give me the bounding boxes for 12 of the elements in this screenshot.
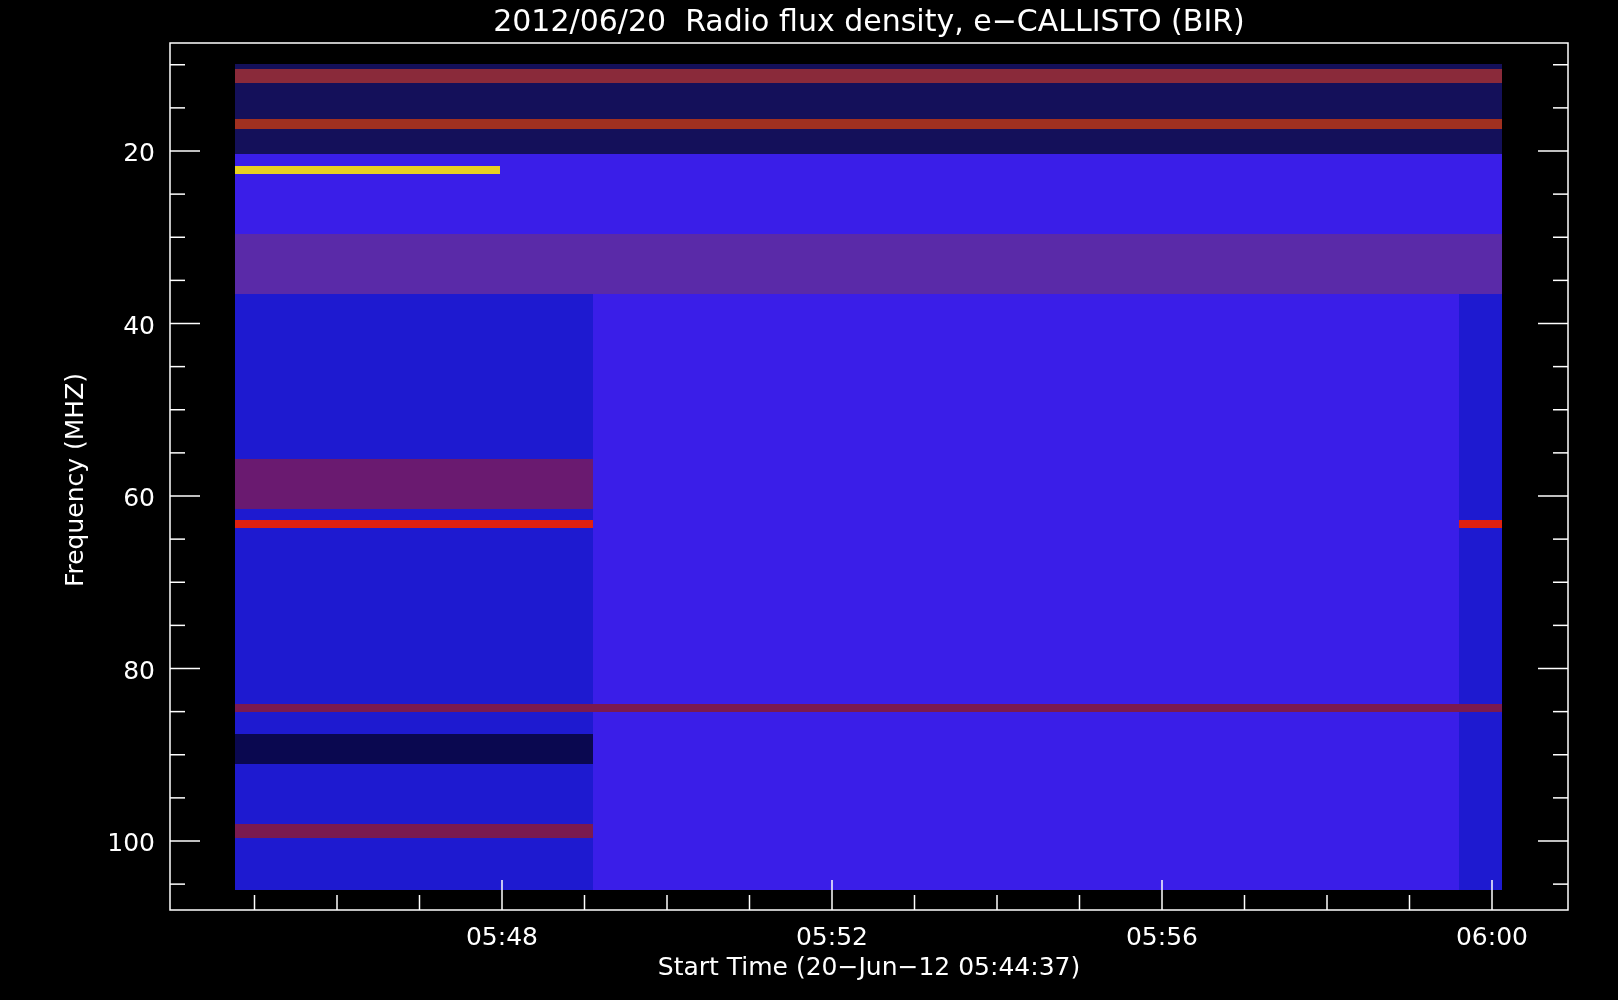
tick-label: 100 bbox=[107, 828, 155, 857]
tick-label: 05:48 bbox=[466, 922, 538, 951]
tick-label: 40 bbox=[123, 310, 155, 340]
tick-label: 05:56 bbox=[1126, 922, 1198, 951]
axis-title: Frequency (MHZ) bbox=[60, 372, 89, 588]
tick-label: 60 bbox=[123, 483, 155, 512]
axis-title: Start Time (20−Jun−12 05:44:37) bbox=[657, 952, 1081, 981]
chart-title: 2012/06/20 Radio flux density, e−CALLISTO (BIR) bbox=[493, 3, 1245, 38]
tick-label: 06:00 bbox=[1456, 922, 1528, 951]
tick-label: 20 bbox=[123, 138, 155, 167]
tick-label: 05:52 bbox=[796, 922, 868, 951]
tick-label: 80 bbox=[123, 655, 155, 685]
